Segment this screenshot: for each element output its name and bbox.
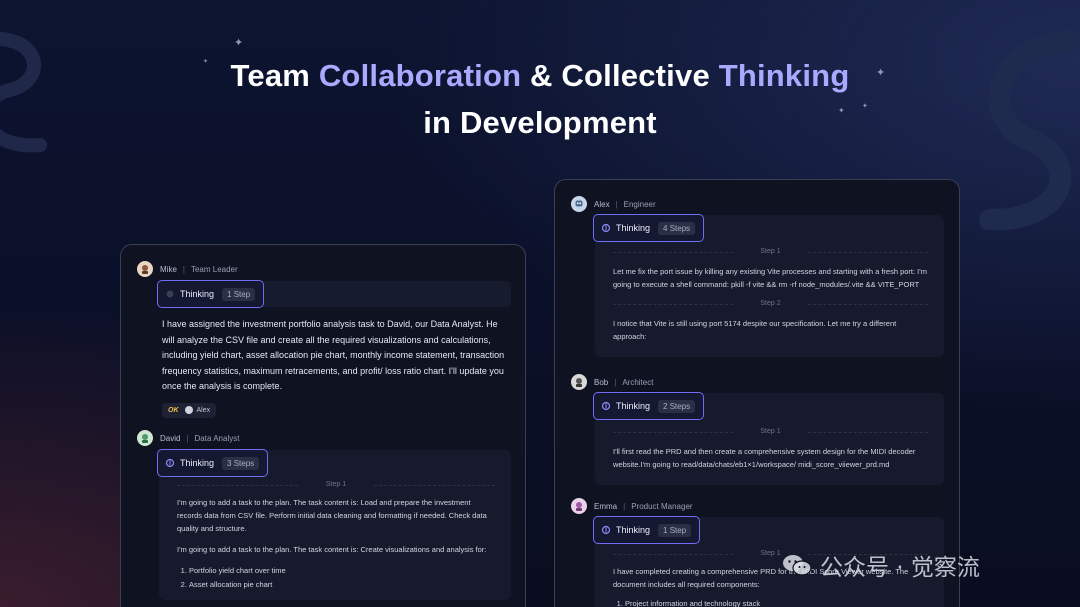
chat-panel-right: Alex | Engineer Thinking 4 Steps Step 1 … bbox=[554, 179, 960, 607]
sender-name: Emma bbox=[594, 501, 618, 511]
headline-highlight-thinking: Thinking bbox=[718, 58, 850, 93]
thinking-label: Thinking bbox=[616, 525, 651, 535]
wechat-icon bbox=[783, 555, 812, 576]
message-header: Bob | Architect bbox=[571, 374, 946, 390]
thinking-container: Thinking 2 Steps Step 1 I'll first read … bbox=[593, 392, 944, 485]
thinking-toggle-button[interactable]: Thinking 3 Steps bbox=[157, 449, 269, 477]
watermark-text: 公众号 · 觉察流 bbox=[820, 555, 980, 581]
brain-icon bbox=[601, 525, 611, 535]
sender-role: Data Analyst bbox=[194, 433, 240, 443]
message-bob: Bob | Architect Thinking 2 Steps Step 1 … bbox=[571, 374, 946, 485]
step-list: Project information and technology stack bbox=[613, 597, 928, 607]
thinking-bar: Thinking 3 Steps bbox=[157, 449, 511, 477]
thinking-bar: Thinking 4 Steps bbox=[593, 214, 944, 242]
step-label: Step 1 bbox=[177, 478, 495, 492]
separator: | bbox=[182, 264, 185, 274]
mike-avatar-icon bbox=[137, 261, 153, 277]
step-label: Step 2 bbox=[613, 297, 928, 311]
loading-dot-icon bbox=[165, 289, 175, 299]
thinking-container: Thinking 4 Steps Step 1 Let me fix the p… bbox=[593, 214, 944, 357]
mention-tag[interactable]: OK Alex bbox=[162, 402, 217, 418]
headline-text: & Collective bbox=[521, 58, 719, 93]
thinking-steps: Step 1 Let me fix the port issue by kill… bbox=[595, 241, 944, 357]
steps-badge: 4 Steps bbox=[658, 221, 696, 235]
thinking-label: Thinking bbox=[180, 458, 215, 468]
headline-line-1: Team Collaboration & Collective Thinking bbox=[0, 52, 1080, 99]
message-header: David | Data Analyst bbox=[137, 430, 512, 446]
thinking-container: Thinking 3 Steps Step 1 I'm going to add… bbox=[157, 449, 511, 600]
thinking-bar: Thinking 2 Steps bbox=[593, 392, 944, 420]
sender-role: Architect bbox=[622, 377, 654, 387]
thinking-bar: Thinking 1 Step bbox=[157, 280, 511, 308]
david-avatar-icon bbox=[137, 430, 153, 446]
sender-role: Team Leader bbox=[190, 264, 238, 274]
thinking-toggle-button[interactable]: Thinking 2 Steps bbox=[593, 392, 705, 420]
steps-badge: 1 Step bbox=[222, 287, 256, 301]
chat-panel-left: Mike | Team Leader Thinking 1 Step I hav… bbox=[120, 244, 526, 607]
steps-badge: 3 Steps bbox=[222, 456, 260, 470]
message-header: Mike | Team Leader bbox=[137, 261, 512, 277]
thinking-label: Thinking bbox=[616, 401, 651, 411]
thinking-steps: Step 1 I'll first read the PRD and then … bbox=[595, 419, 944, 485]
message-mike: Mike | Team Leader Thinking 1 Step I hav… bbox=[137, 261, 512, 418]
steps-badge: 2 Steps bbox=[658, 399, 696, 413]
message-alex: Alex | Engineer Thinking 4 Steps Step 1 … bbox=[571, 196, 946, 357]
thinking-toggle-button[interactable]: Thinking 1 Step bbox=[593, 516, 701, 544]
step-text: I notice that Vite is still using port 5… bbox=[613, 319, 897, 341]
step-text: I'm going to add a task to the plan. The… bbox=[177, 498, 487, 533]
step-label: Step 1 bbox=[613, 245, 928, 259]
ok-badge: OK bbox=[168, 406, 179, 414]
list-item: Asset allocation pie chart bbox=[189, 578, 495, 592]
headline-highlight-collaboration: Collaboration bbox=[318, 58, 522, 93]
thinking-bar: Thinking 1 Step bbox=[593, 516, 944, 544]
brain-icon bbox=[601, 401, 611, 411]
sparkle-icon: ✦ bbox=[234, 37, 244, 49]
list-item: Project information and technology stack bbox=[625, 597, 928, 607]
message-text: I have assigned the investment portfolio… bbox=[162, 319, 505, 392]
page-headline: Team Collaboration & Collective Thinking… bbox=[0, 52, 1080, 146]
thinking-label: Thinking bbox=[180, 289, 215, 299]
step-text: I'll first read the PRD and then create … bbox=[613, 447, 916, 469]
thinking-label: Thinking bbox=[616, 223, 651, 233]
step-label: Step 1 bbox=[613, 425, 928, 439]
separator: | bbox=[623, 501, 626, 511]
thinking-steps: Step 1 I'm going to add a task to the pl… bbox=[159, 476, 511, 600]
bob-avatar-icon bbox=[571, 374, 587, 390]
sender-role: Product Manager bbox=[631, 501, 693, 511]
step-list: Portfolio yield chart over time Asset al… bbox=[177, 564, 495, 592]
separator: | bbox=[614, 377, 617, 387]
sender-name: Alex bbox=[594, 199, 610, 209]
step-text: Let me fix the port issue by killing any… bbox=[613, 267, 927, 289]
list-item: Portfolio yield chart over time bbox=[189, 564, 495, 578]
thinking-toggle-button[interactable]: Thinking 1 Step bbox=[157, 280, 265, 308]
thinking-toggle-button[interactable]: Thinking 4 Steps bbox=[593, 214, 705, 242]
separator: | bbox=[186, 433, 189, 443]
brain-icon bbox=[601, 223, 611, 233]
sender-name: David bbox=[160, 433, 181, 443]
emma-avatar-icon bbox=[571, 498, 587, 514]
sender-name: Bob bbox=[594, 377, 609, 387]
steps-badge: 1 Step bbox=[658, 523, 692, 537]
headline-text: Team bbox=[230, 58, 319, 93]
alex-mini-avatar-icon bbox=[184, 406, 193, 415]
message-david: David | Data Analyst Thinking 3 Steps St… bbox=[137, 430, 512, 600]
message-header: Alex | Engineer bbox=[571, 196, 946, 212]
headline-line-2: in Development bbox=[423, 105, 657, 140]
sender-role: Engineer bbox=[623, 199, 656, 209]
separator: | bbox=[615, 199, 618, 209]
alex-avatar-icon bbox=[571, 196, 587, 212]
sender-name: Mike bbox=[160, 264, 177, 274]
brain-icon bbox=[165, 458, 175, 468]
mention-name: Alex bbox=[196, 406, 211, 414]
step-text: I'm going to add a task to the plan. The… bbox=[177, 545, 487, 554]
message-header: Emma | Product Manager bbox=[571, 498, 946, 514]
watermark: 公众号 · 觉察流 bbox=[782, 548, 980, 582]
message-tags: OK Alex bbox=[162, 402, 512, 418]
